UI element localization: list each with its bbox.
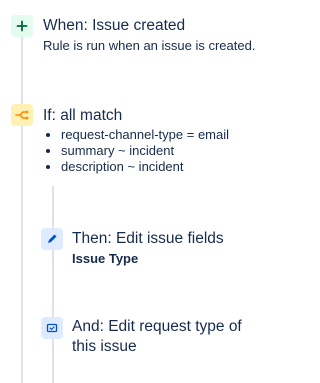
action-edit-request-type-title[interactable]: And: Edit request type of this issue	[72, 317, 262, 357]
condition-item: summary ~ incident	[61, 143, 229, 159]
condition-list: request-channel-type = email summary ~ i…	[43, 127, 229, 175]
trigger-title[interactable]: When: Issue created	[43, 16, 185, 36]
plus-icon[interactable]	[11, 15, 33, 37]
branch-icon[interactable]	[11, 104, 33, 126]
branch-rail	[52, 186, 54, 383]
condition-title[interactable]: If: all match	[43, 106, 122, 126]
request-type-icon[interactable]	[41, 317, 63, 339]
pencil-icon[interactable]	[41, 228, 63, 250]
action-edit-fields-title[interactable]: Then: Edit issue fields	[72, 229, 224, 249]
condition-item: description ~ incident	[61, 159, 229, 175]
trigger-description: Rule is run when an issue is created.	[43, 38, 256, 53]
condition-item: request-channel-type = email	[61, 127, 229, 143]
rule-rail	[21, 36, 23, 383]
action-edit-fields-detail: Issue Type	[72, 251, 139, 266]
